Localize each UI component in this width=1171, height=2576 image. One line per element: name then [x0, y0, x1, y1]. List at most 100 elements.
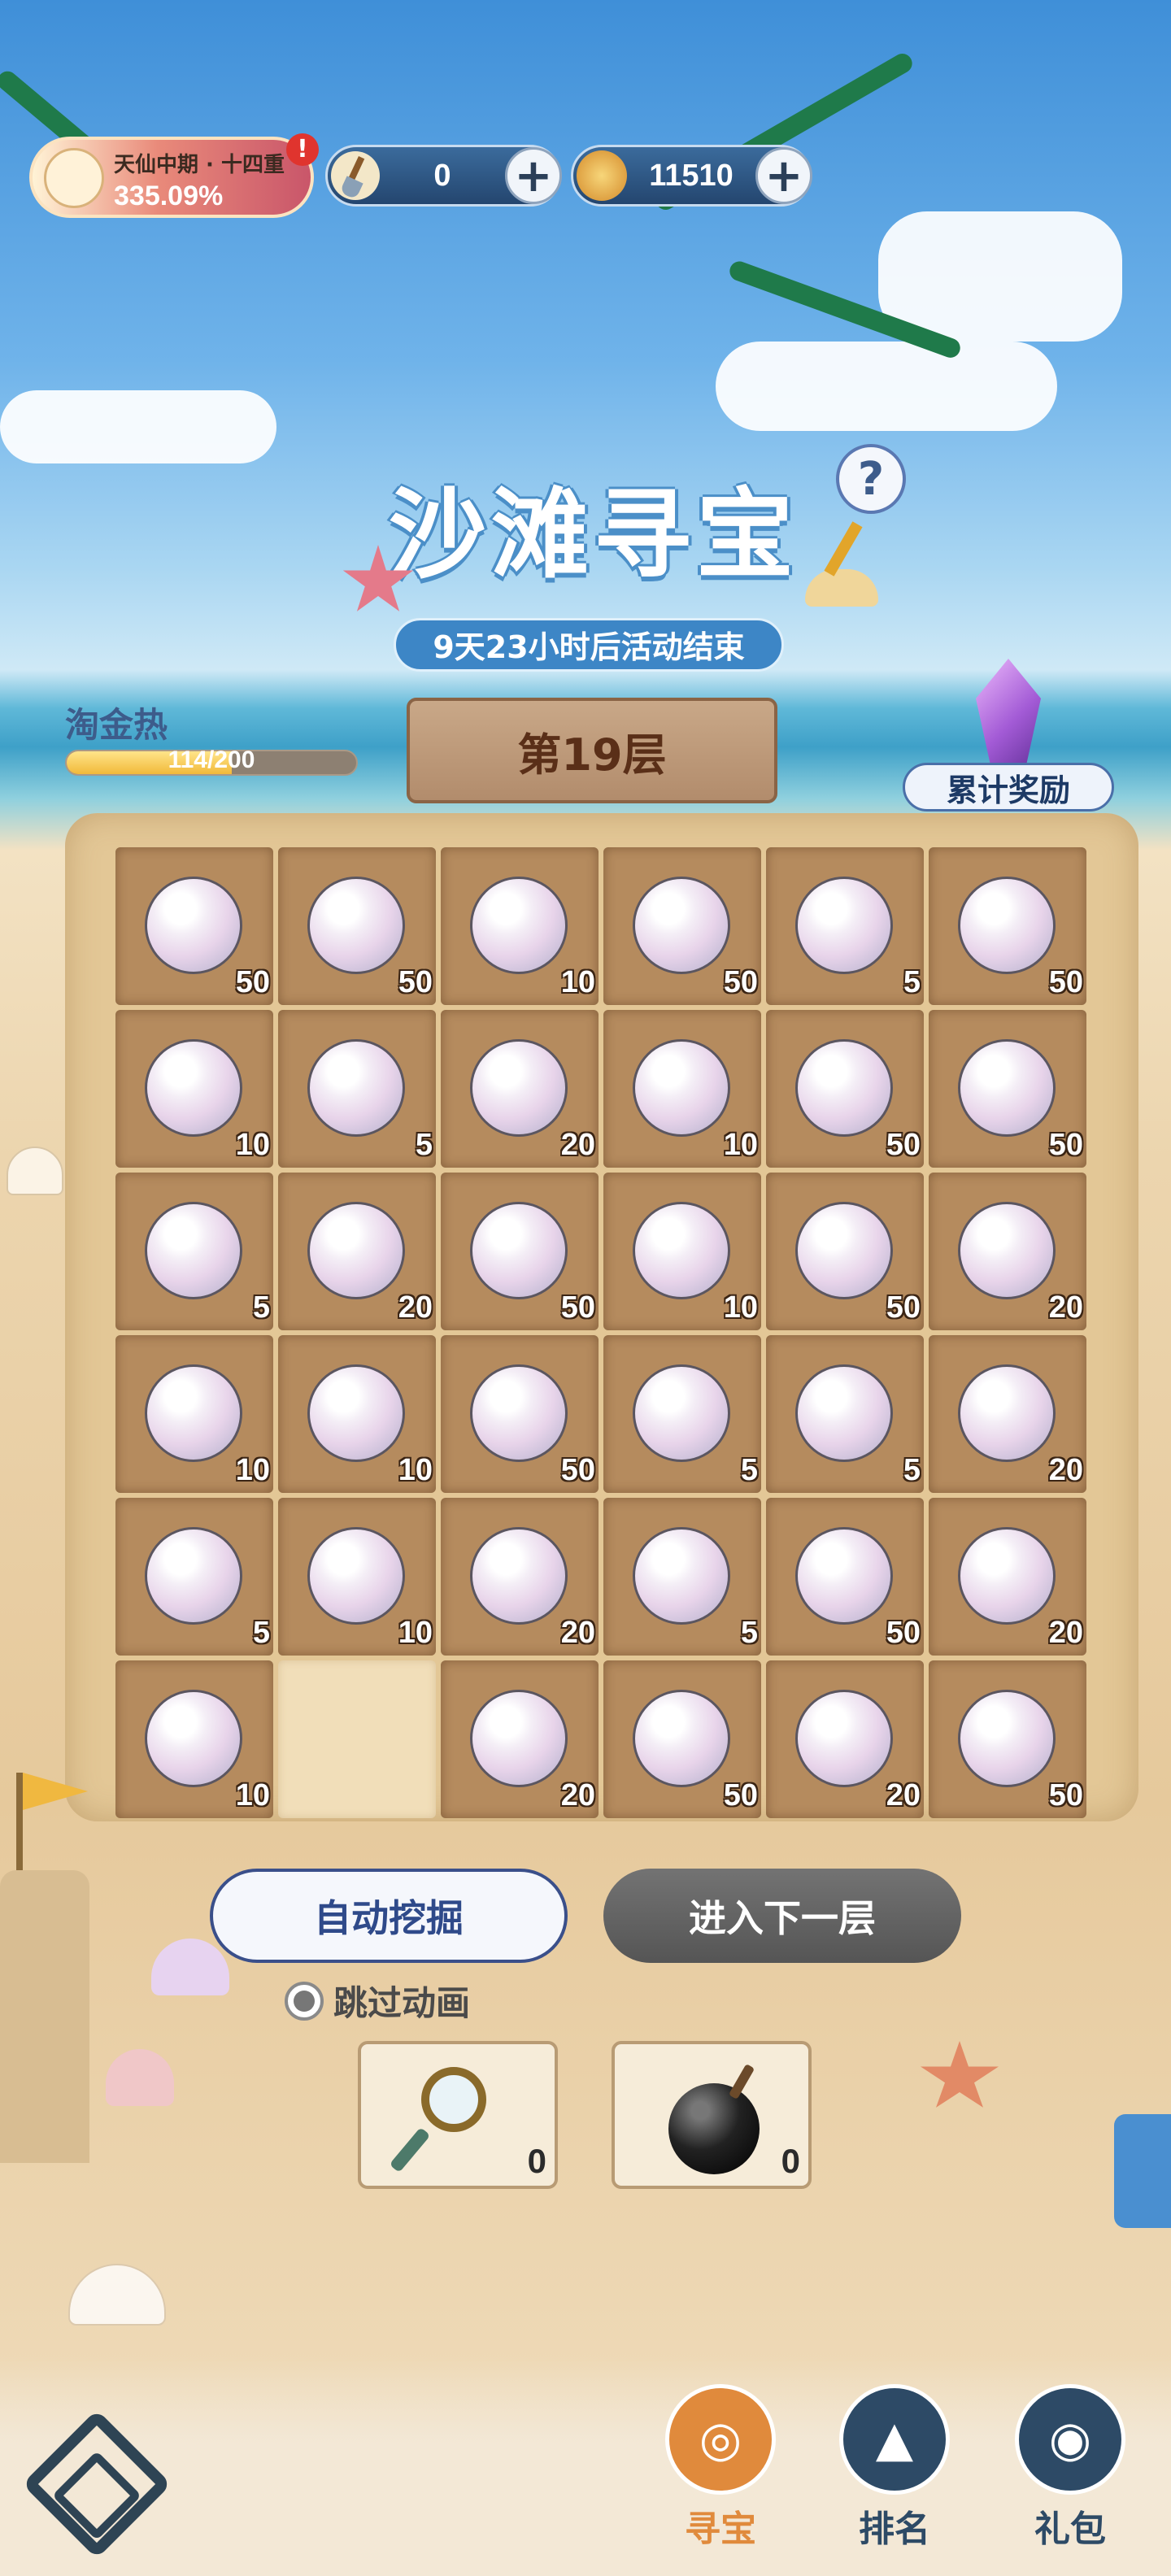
- dig-cell[interactable]: 10: [603, 1173, 761, 1330]
- pearl-icon: [958, 1527, 1056, 1625]
- pearl-count: 5: [740, 1616, 758, 1650]
- pearl-count: 10: [398, 1616, 433, 1650]
- level-sign: 第19层: [407, 698, 777, 803]
- gold-rush-progress-text: 114/200: [168, 746, 255, 773]
- pearl-icon: [145, 1202, 242, 1299]
- dig-cell[interactable]: 50: [278, 847, 436, 1005]
- pearl-count: 5: [903, 965, 921, 999]
- dig-cell[interactable]: 50: [766, 1010, 924, 1168]
- dig-cell[interactable]: 20: [441, 1010, 599, 1168]
- pearl-icon: [958, 1690, 1056, 1787]
- cloud-decoration: [0, 390, 276, 463]
- dig-cell[interactable]: 10: [603, 1010, 761, 1168]
- dig-cell[interactable]: 20: [929, 1498, 1086, 1656]
- dig-cell[interactable]: 50: [929, 1660, 1086, 1818]
- dig-cell[interactable]: 5: [603, 1335, 761, 1493]
- pearl-count: 5: [252, 1290, 270, 1325]
- dig-cell[interactable]: 10: [441, 847, 599, 1005]
- currency-counter: 11510 +: [571, 145, 812, 207]
- pearl-icon: [470, 1039, 568, 1137]
- pearl-count: 10: [235, 1778, 270, 1812]
- rank-name: 天仙中期 · 十四重: [114, 153, 285, 177]
- dig-cell[interactable]: 20: [766, 1660, 924, 1818]
- gift-bag-icon: ◉: [1015, 2384, 1125, 2495]
- dig-cell[interactable]: 5: [115, 1498, 273, 1656]
- nav-ranking[interactable]: ▲ 排名: [829, 2384, 960, 2552]
- next-layer-button[interactable]: 进入下一层: [603, 1869, 961, 1963]
- event-countdown: 9天23小时后活动结束: [394, 618, 784, 672]
- pearl-count: 20: [1048, 1290, 1083, 1325]
- pearl-icon: [145, 877, 242, 974]
- nav-treasure-hunt-label: 寻宝: [685, 2509, 756, 2550]
- dig-cell[interactable]: 5: [115, 1173, 273, 1330]
- dig-cell[interactable]: 50: [603, 847, 761, 1005]
- dig-cell[interactable]: 50: [603, 1660, 761, 1818]
- dig-cell[interactable]: 50: [929, 847, 1086, 1005]
- pearl-count: 20: [398, 1290, 433, 1325]
- dig-cell[interactable]: 20: [441, 1498, 599, 1656]
- dug-cell[interactable]: [278, 1660, 436, 1818]
- nav-gift-pack[interactable]: ◉ 礼包: [1005, 2384, 1135, 2552]
- dig-cell[interactable]: 50: [766, 1173, 924, 1330]
- dig-cell[interactable]: 5: [766, 1335, 924, 1493]
- shell-decoration: [7, 1147, 63, 1195]
- dig-cell[interactable]: 20: [278, 1173, 436, 1330]
- dig-cell[interactable]: 5: [278, 1010, 436, 1168]
- ranking-icon: ▲: [839, 2384, 950, 2495]
- bucket-decoration: [1114, 2114, 1171, 2228]
- bottom-navigation: [0, 2358, 1171, 2576]
- dig-cell[interactable]: 5: [766, 847, 924, 1005]
- dig-cell[interactable]: 20: [929, 1335, 1086, 1493]
- pearl-icon: [145, 1690, 242, 1787]
- pearl-icon: [470, 1527, 568, 1625]
- dig-cell[interactable]: 10: [115, 1660, 273, 1818]
- pearl-count: 5: [740, 1453, 758, 1487]
- dig-grid: 50 50 10 50 5 50 10 5 20 10 50 50 5 20 50 10 50 20 10 10 50 5…: [115, 847, 1091, 1823]
- add-shovel-button[interactable]: +: [505, 147, 562, 204]
- dig-cell[interactable]: 10: [115, 1335, 273, 1493]
- pearl-icon: [145, 1527, 242, 1625]
- dig-cell[interactable]: 50: [441, 1335, 599, 1493]
- starfish-decoration: [921, 2041, 999, 2108]
- dig-cell[interactable]: 50: [115, 847, 273, 1005]
- pearl-icon: [958, 1202, 1056, 1299]
- nav-ranking-label: 排名: [859, 2509, 930, 2550]
- pearl-count: 50: [560, 1290, 595, 1325]
- sandcastle-decoration: [0, 1870, 89, 2163]
- pearl-icon: [470, 1364, 568, 1462]
- nav-treasure-hunt[interactable]: ◎ 寻宝: [655, 2384, 786, 2552]
- skip-animation-option[interactable]: 跳过动画: [285, 1976, 470, 2026]
- pearl-count: 20: [886, 1778, 921, 1812]
- dig-cell[interactable]: 20: [441, 1660, 599, 1818]
- shovel-count: 0: [433, 158, 451, 193]
- dig-cell[interactable]: 5: [603, 1498, 761, 1656]
- pearl-count: 50: [886, 1128, 921, 1162]
- dig-cell[interactable]: 50: [929, 1010, 1086, 1168]
- pearl-icon: [795, 1690, 893, 1787]
- cumulative-reward-button[interactable]: 累计奖励: [903, 659, 1114, 821]
- pearl-icon: [307, 1527, 405, 1625]
- pearl-count: 50: [1048, 1128, 1083, 1162]
- help-button[interactable]: ?: [836, 444, 906, 514]
- bomb-count: 0: [781, 2142, 800, 2180]
- dig-cell[interactable]: 10: [115, 1010, 273, 1168]
- dig-cell[interactable]: 50: [441, 1173, 599, 1330]
- pearl-count: 50: [723, 1778, 758, 1812]
- magnifier-tool-button[interactable]: 0: [358, 2041, 558, 2189]
- alert-icon: !: [286, 133, 319, 166]
- pearl-icon: [307, 1202, 405, 1299]
- dig-cell[interactable]: 10: [278, 1335, 436, 1493]
- dig-cell[interactable]: 10: [278, 1498, 436, 1656]
- pearl-count: 20: [560, 1616, 595, 1650]
- cultivation-rank-badge[interactable]: 天仙中期 · 十四重 335.09% !: [29, 133, 319, 218]
- dig-cell[interactable]: 20: [929, 1173, 1086, 1330]
- add-currency-button[interactable]: +: [755, 147, 812, 204]
- pearl-icon: [633, 1527, 730, 1625]
- crystal-icon: [976, 659, 1041, 772]
- pearl-icon: [633, 1690, 730, 1787]
- skip-animation-radio[interactable]: [285, 1981, 324, 2021]
- bomb-tool-button[interactable]: 0: [612, 2041, 812, 2189]
- auto-dig-button[interactable]: 自动挖掘: [210, 1869, 568, 1963]
- dig-cell[interactable]: 50: [766, 1498, 924, 1656]
- currency-count: 11510: [649, 158, 734, 193]
